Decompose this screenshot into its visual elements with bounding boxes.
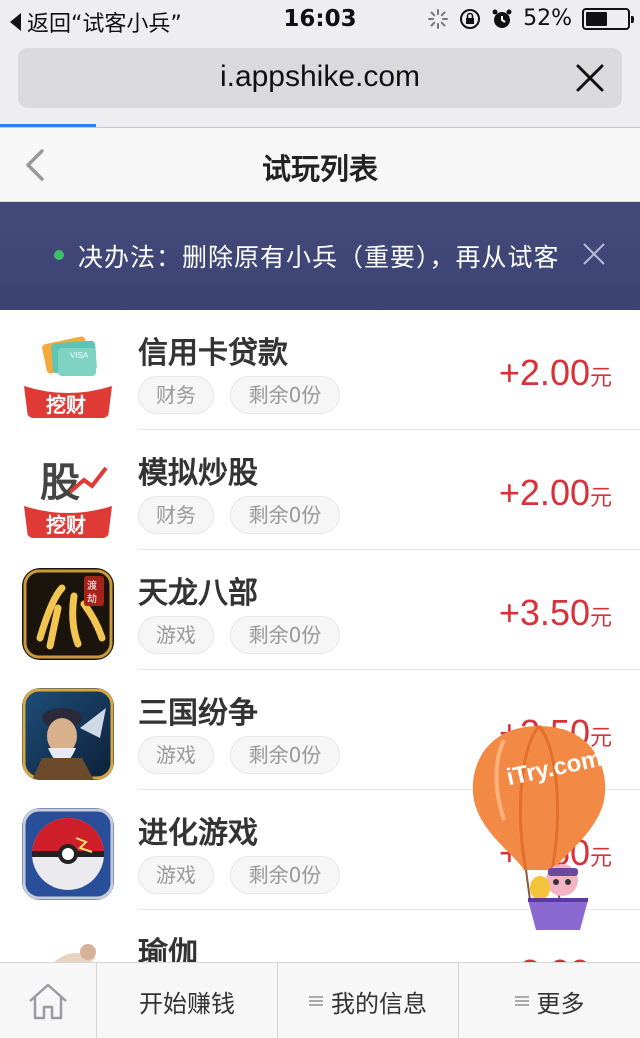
task-category-tag: 财务 — [138, 496, 214, 534]
close-icon[interactable] — [574, 62, 606, 94]
task-remaining-tag: 剩余0份 — [230, 736, 340, 774]
task-reward-unit: 元 — [589, 606, 612, 631]
menu-icon — [514, 996, 529, 1006]
task-reward-amount: +2.00 — [498, 352, 590, 393]
tab-label: 开始赚钱 — [139, 989, 235, 1018]
task-row[interactable]: 股 挖财 模拟炒股 财务 剩余0份 +2.00元 — [0, 430, 640, 550]
svg-text:挖财: 挖财 — [46, 393, 86, 417]
svg-text:VISA: VISA — [70, 351, 89, 360]
task-row[interactable]: 渡 劫 天龙八部 游戏 剩余0份 +3.50元 — [0, 550, 640, 670]
stock-app-icon: 股 挖财 — [22, 448, 114, 540]
browser-address-area: i.appshike.com — [0, 40, 640, 128]
task-reward: +2.00元 — [499, 352, 612, 394]
task-reward-unit: 元 — [589, 486, 612, 511]
task-remaining-tag: 剩余0份 — [230, 856, 340, 894]
task-row[interactable]: VISA 挖财 信用卡贷款 财务 剩余0份 +2.00元 — [0, 310, 640, 430]
task-name: 模拟炒股 — [138, 456, 258, 491]
bottom-tab-bar: 开始赚钱 我的信息 更多 — [0, 962, 640, 1038]
task-reward-unit: 元 — [589, 366, 612, 391]
address-url: i.appshike.com — [219, 60, 421, 93]
rotation-lock-icon — [460, 8, 481, 29]
task-name: 天龙八部 — [138, 576, 258, 611]
status-bar: 返回“试客小兵” 16:03 52% — [0, 0, 640, 40]
tab-label: 我的信息 — [331, 989, 427, 1018]
battery-icon — [582, 7, 634, 30]
tab-my-info[interactable]: 我的信息 — [278, 963, 458, 1038]
tab-label: 更多 — [536, 989, 585, 1018]
notice-close-icon[interactable] — [582, 242, 606, 266]
task-remaining-tag: 剩余0份 — [230, 496, 340, 534]
yoga-app-icon — [22, 928, 114, 962]
task-name: 信用卡贷款 — [138, 336, 288, 371]
task-remaining-tag: 剩余0份 — [230, 616, 340, 654]
credit-card-app-icon: VISA 挖财 — [22, 328, 114, 420]
page-title: 试玩列表 — [261, 152, 378, 186]
alarm-clock-icon — [492, 9, 512, 28]
task-reward: +3.50元 — [499, 592, 612, 634]
task-category-tag: 游戏 — [138, 736, 214, 774]
tab-home[interactable] — [0, 963, 96, 1038]
home-icon — [29, 983, 67, 1020]
task-reward: +2.00元 — [499, 952, 612, 962]
activity-spinner-icon — [428, 8, 449, 29]
svg-text:劫: 劫 — [87, 592, 97, 605]
tab-start-earning[interactable]: 开始赚钱 — [97, 963, 277, 1038]
svg-text:渡: 渡 — [87, 579, 97, 592]
three-kingdoms-game-icon — [22, 688, 114, 780]
task-reward-amount: +2.00 — [498, 472, 590, 513]
address-bar[interactable]: i.appshike.com — [18, 48, 622, 108]
task-category-tag: 游戏 — [138, 616, 214, 654]
task-reward: +2.00元 — [499, 472, 612, 514]
task-remaining-tag: 剩余0份 — [230, 376, 340, 414]
task-name: 三国纷争 — [138, 696, 258, 731]
tab-more[interactable]: 更多 — [459, 963, 640, 1038]
nav-bar: 试玩列表 — [0, 128, 640, 202]
task-reward-amount: +3.50 — [498, 592, 590, 633]
task-category-tag: 财务 — [138, 376, 214, 414]
pokeball-game-icon — [22, 808, 114, 900]
task-category-tag: 游戏 — [138, 856, 214, 894]
task-name: 进化游戏 — [138, 816, 258, 851]
status-indicators: 52% — [427, 6, 634, 31]
menu-icon — [309, 996, 323, 1006]
svg-text:挖财: 挖财 — [46, 513, 86, 537]
itry-balloon-icon[interactable]: iTry.com — [464, 720, 614, 940]
notice-banner[interactable]: 决办法：删除原有小兵（重要），再从试客 — [0, 202, 640, 310]
svg-text:股: 股 — [40, 460, 80, 506]
task-name: 瑜伽 — [138, 936, 198, 962]
battery-percent: 52% — [523, 6, 572, 31]
task-reward-amount: +2.00 — [499, 952, 590, 962]
xian-game-icon: 渡 劫 — [22, 568, 114, 660]
notice-text: 决办法：删除原有小兵（重要），再从试客 — [78, 243, 560, 272]
notice-dot-icon — [54, 250, 64, 260]
